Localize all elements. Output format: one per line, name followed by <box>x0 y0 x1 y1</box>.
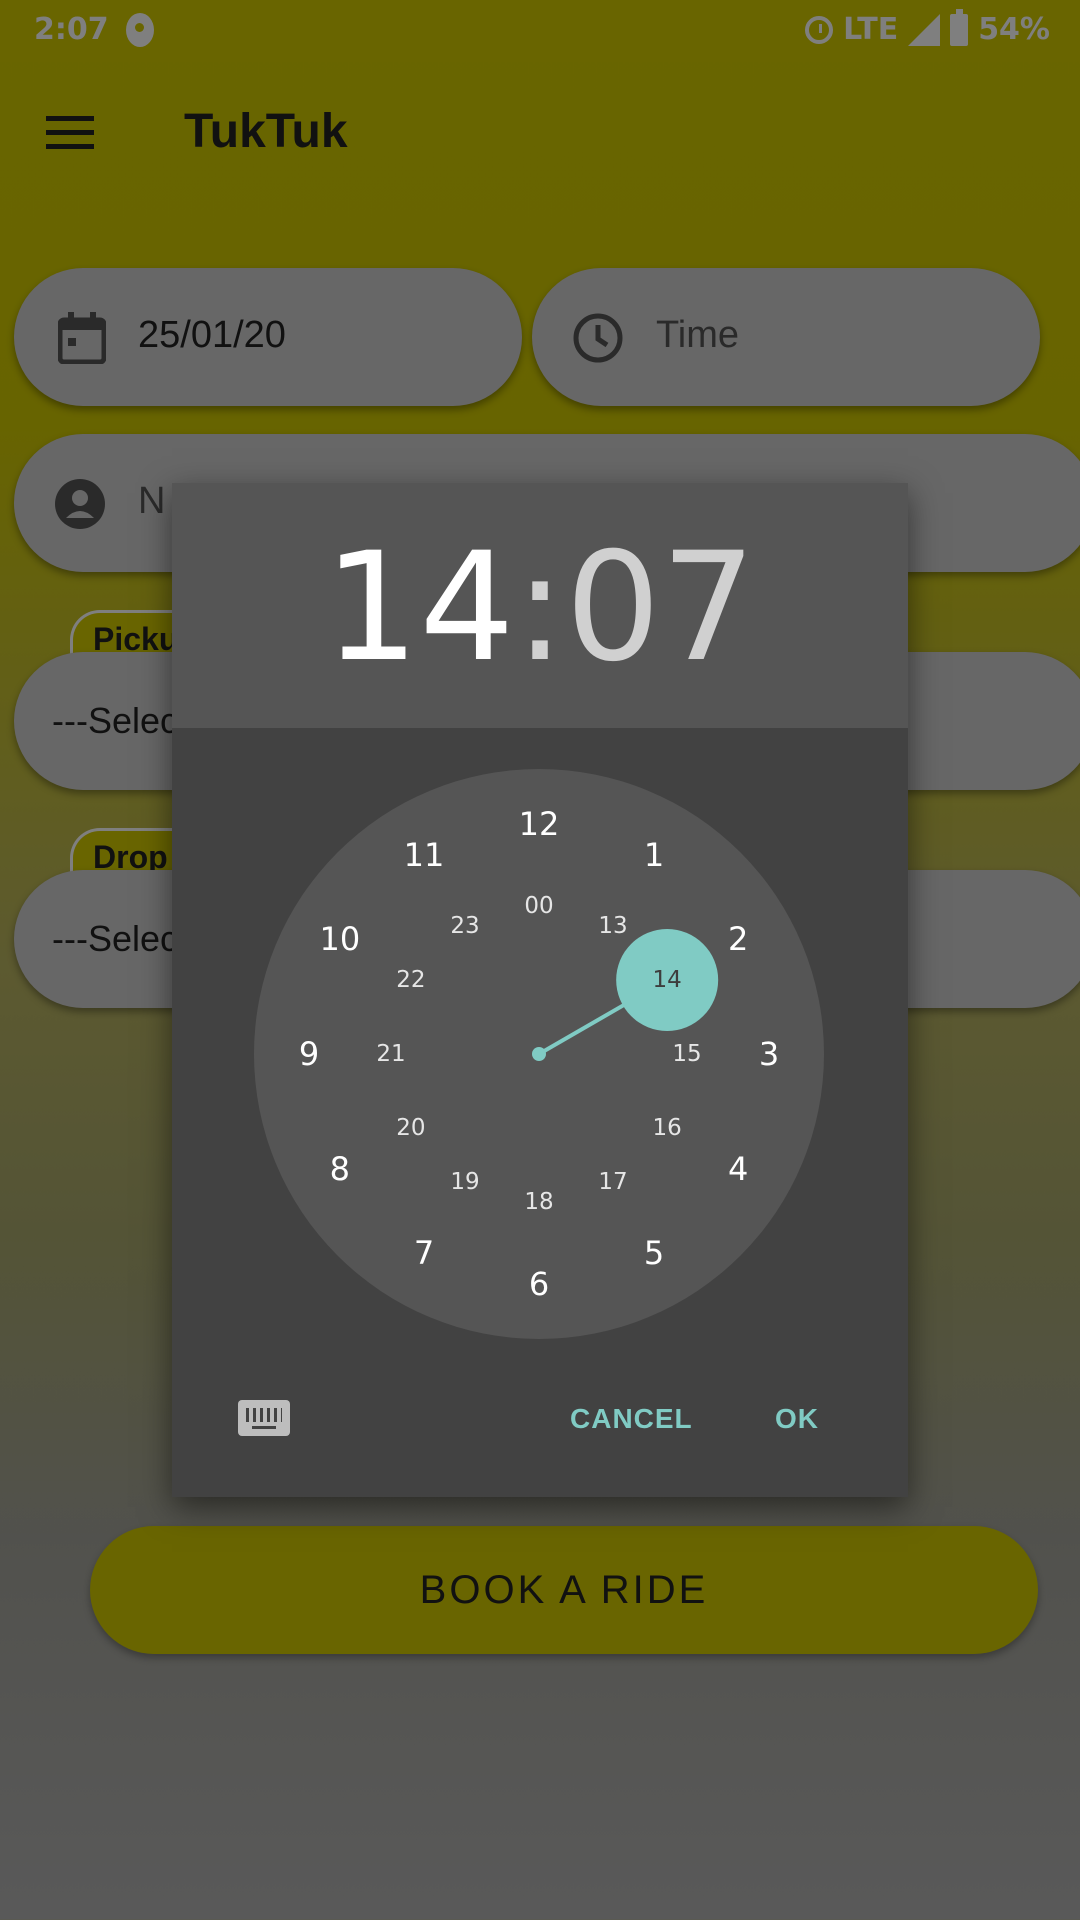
hour-option-16[interactable]: 16 <box>653 1115 682 1141</box>
hour-display[interactable]: 14 <box>324 521 515 695</box>
hour-option-21[interactable]: 21 <box>376 1041 405 1067</box>
hour-option-2[interactable]: 2 <box>728 920 748 958</box>
hour-option-13[interactable]: 13 <box>598 913 627 939</box>
time-picker-header: 14:07 <box>172 483 908 728</box>
hour-option-5[interactable]: 5 <box>644 1234 664 1272</box>
time-display: 14:07 <box>172 533 908 683</box>
keyboard-icon[interactable] <box>238 1400 290 1436</box>
hour-option-17[interactable]: 17 <box>598 1169 627 1195</box>
hour-option-15[interactable]: 15 <box>672 1041 701 1067</box>
hour-option-22[interactable]: 22 <box>396 967 425 993</box>
minute-display[interactable]: 07 <box>565 521 756 695</box>
hour-option-14[interactable]: 14 <box>653 967 682 993</box>
hour-option-20[interactable]: 20 <box>396 1115 425 1141</box>
hour-option-9[interactable]: 9 <box>299 1035 319 1073</box>
hour-option-19[interactable]: 19 <box>450 1169 479 1195</box>
time-picker-dialog: 14:07 12 1 2 3 4 5 6 7 8 9 10 11 00 13 14 15 16 17 18 19 20 2… <box>172 483 908 1497</box>
time-separator: : <box>514 521 566 695</box>
clock-center-dot <box>532 1047 546 1061</box>
hour-option-18[interactable]: 18 <box>524 1189 553 1215</box>
clock-hand <box>532 929 719 1061</box>
cancel-button[interactable]: CANCEL <box>570 1403 693 1435</box>
hour-option-00[interactable]: 00 <box>524 893 553 919</box>
ok-button[interactable]: OK <box>775 1403 819 1435</box>
hour-option-4[interactable]: 4 <box>728 1150 748 1188</box>
hour-option-23[interactable]: 23 <box>450 913 479 939</box>
hour-option-10[interactable]: 10 <box>319 920 360 958</box>
hour-option-6[interactable]: 6 <box>529 1265 549 1303</box>
hour-option-7[interactable]: 7 <box>414 1234 434 1272</box>
clock-dial[interactable]: 12 1 2 3 4 5 6 7 8 9 10 11 00 13 14 15 16 17 18 19 20 21 22 23 <box>254 769 824 1339</box>
hour-option-11[interactable]: 11 <box>404 836 445 874</box>
hour-option-8[interactable]: 8 <box>330 1150 350 1188</box>
hour-option-12[interactable]: 12 <box>519 805 560 843</box>
hour-option-1[interactable]: 1 <box>644 836 664 874</box>
hour-option-3[interactable]: 3 <box>759 1035 779 1073</box>
